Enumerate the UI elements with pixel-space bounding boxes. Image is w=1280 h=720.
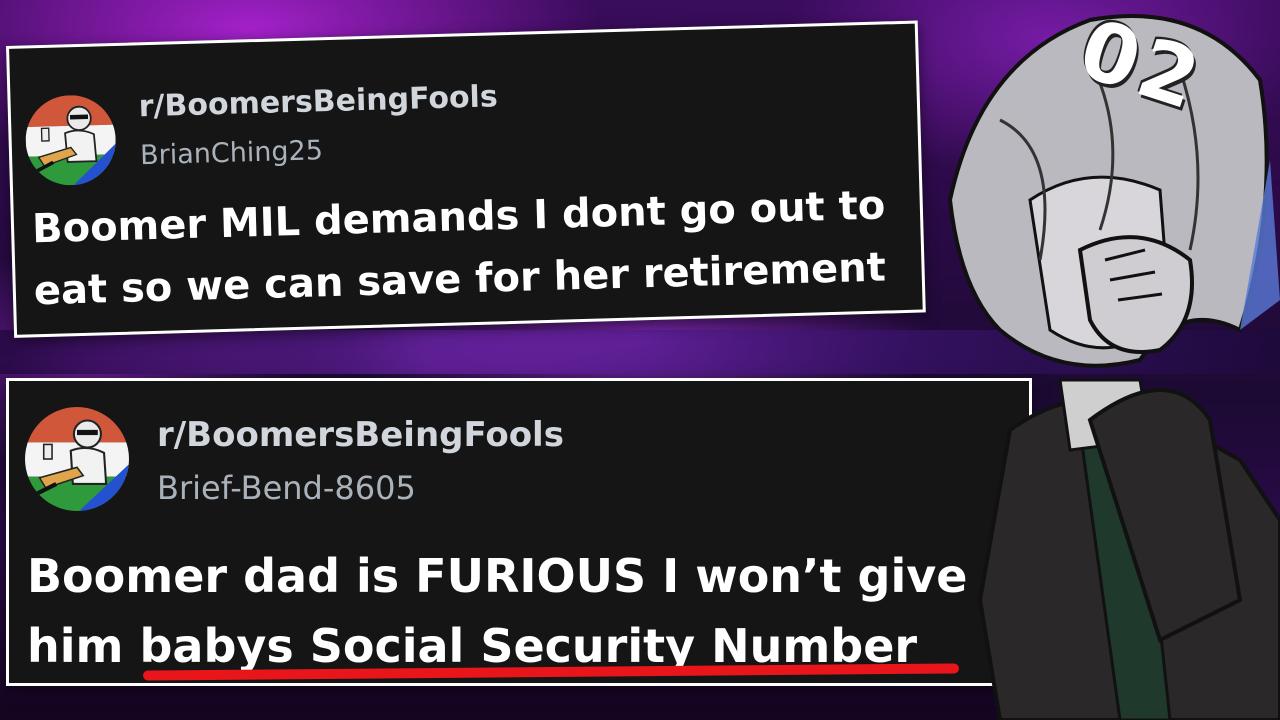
facepalm-character-illustration (947, 14, 1280, 720)
post-title-line-1: Boomer dad is FURIOUS I won’t give (27, 549, 968, 603)
username[interactable]: BrianChing25 (140, 135, 324, 171)
boomer-avatar-icon (24, 93, 117, 187)
subreddit-name[interactable]: r/BoomersBeingFools (157, 415, 564, 455)
username[interactable]: Brief-Bend-8605 (157, 469, 416, 507)
post-card-2[interactable]: r/BoomersBeingFools Brief-Bend-8605 Boom… (6, 378, 1032, 686)
post-title: Boomer MIL demands I dont go out to eat … (31, 175, 888, 323)
post-title: Boomer dad is FURIOUS I won’t give him b… (27, 541, 967, 681)
boomer-avatar-icon (25, 407, 129, 511)
post-title-prefix: him (27, 619, 140, 673)
subreddit-name[interactable]: r/BoomersBeingFools (138, 79, 498, 124)
post-card-1[interactable]: r/BoomersBeingFools BrianChing25 Boomer … (6, 20, 926, 338)
